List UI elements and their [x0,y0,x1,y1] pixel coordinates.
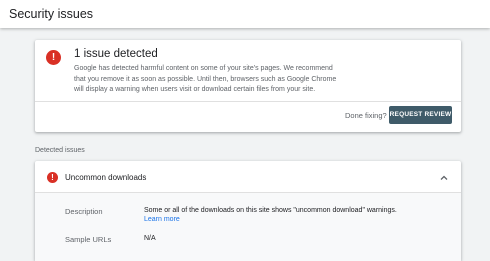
summary-title: 1 issue detected [74,48,158,60]
detected-issues-card: ! Uncommon downloads Description Some or… [35,161,461,261]
top-app-bar: Security issues [0,0,490,28]
issue-title: Uncommon downloads [65,173,147,182]
issue-summary-card: ! 1 issue detected Google has detected h… [35,40,461,132]
done-fixing-label: Done fixing? [345,111,387,120]
page-title: Security issues [9,7,94,21]
sample-urls-value: N/A [144,235,156,242]
card-divider [35,101,461,102]
request-review-button[interactable]: REQUEST REVIEW [389,106,452,124]
sample-urls-label: Sample URLs [65,235,112,244]
detected-issues-heading: Detected issues [35,147,85,154]
description-text: Some or all of the downloads on this sit… [144,207,397,214]
alert-icon: ! [46,50,61,65]
issue-details: Description Some or all of the downloads… [35,193,461,261]
description-label: Description [65,207,103,216]
chevron-up-icon[interactable] [437,171,451,185]
learn-more-link[interactable]: Learn more [144,216,180,223]
summary-description-line: will display a warning when users visit … [74,86,316,93]
summary-description-line: that you remove it as soon as possible. … [74,75,337,83]
summary-description: Google has detected harmful content on s… [74,64,374,96]
summary-description-line: Google has detected harmful content on s… [74,65,333,72]
alert-icon: ! [47,172,58,183]
